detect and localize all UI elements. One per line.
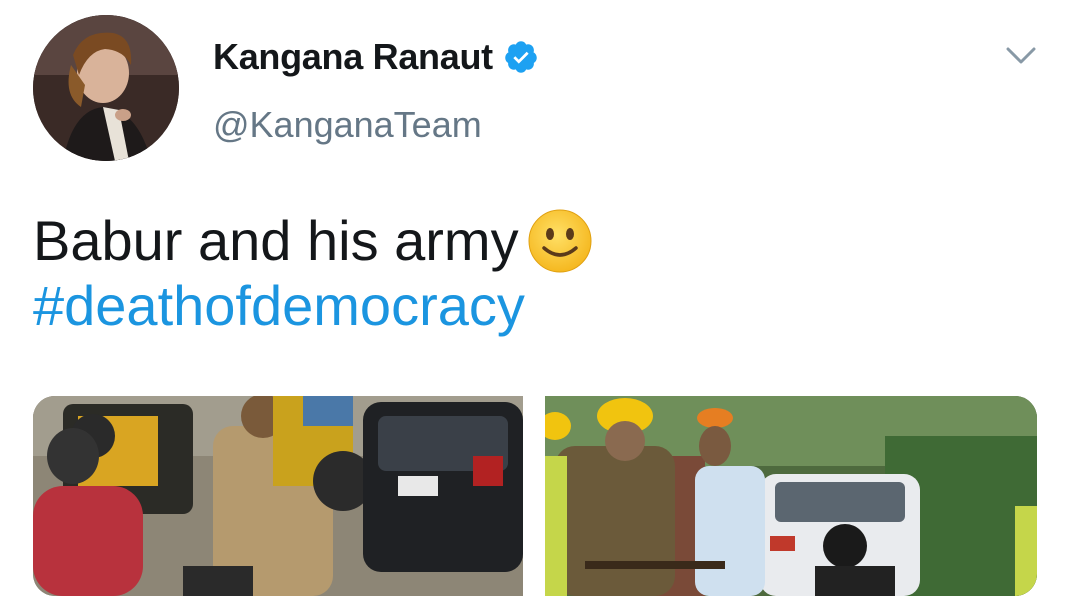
hashtag-link[interactable]: #deathofdemocracy (33, 274, 593, 338)
author-handle[interactable]: @KanganaTeam (213, 104, 482, 146)
media-grid (33, 396, 1037, 596)
author-name-row[interactable]: Kangana Ranaut (213, 36, 539, 78)
verified-badge-icon (503, 39, 539, 75)
media-photo-left[interactable] (33, 396, 523, 596)
author-display-name[interactable]: Kangana Ranaut (213, 36, 493, 78)
chevron-down-icon[interactable] (1002, 40, 1040, 70)
tweet-text: Babur and his army (33, 209, 519, 272)
tweet-text-line: Babur and his army (33, 208, 593, 274)
tweet-body: Babur and his army #deathofdemocracy (33, 208, 593, 338)
author-avatar[interactable] (33, 15, 179, 161)
slightly-smiling-face-emoji-icon (527, 208, 593, 274)
media-photo-right[interactable] (545, 396, 1037, 596)
